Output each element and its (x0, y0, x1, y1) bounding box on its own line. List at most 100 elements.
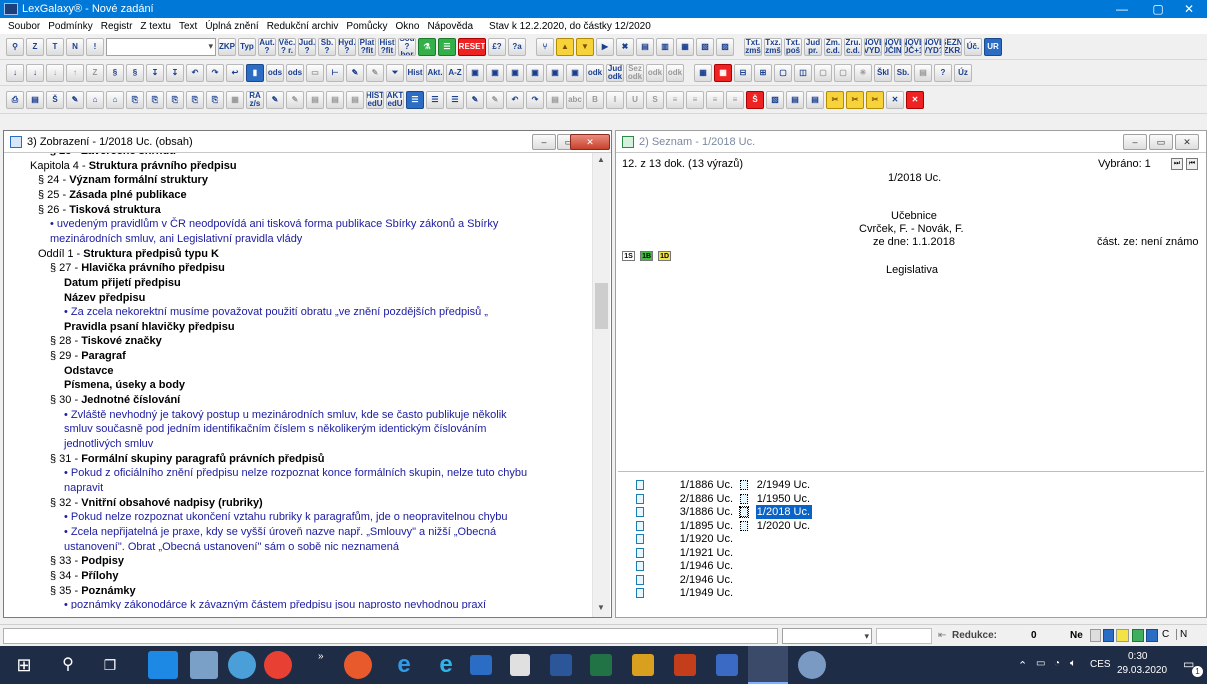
menu-podminky[interactable]: Podmínky (44, 21, 96, 32)
doc-next-icon[interactable]: ▶ (596, 37, 614, 56)
paragraph2-icon[interactable]: § (126, 63, 144, 82)
tb-zm-cd-button[interactable]: Zm. c.d. (824, 37, 842, 56)
list-item[interactable]: 2/1949 Uc. (740, 478, 812, 492)
panel-icon[interactable]: ▤ (786, 90, 804, 109)
jump-icon[interactable]: ↧ (146, 63, 164, 82)
back-arrow-icon[interactable]: ↶ (186, 63, 204, 82)
list-filter-icon[interactable]: ☰ (438, 37, 456, 56)
align-justify-icon[interactable]: ≡ (726, 90, 744, 109)
outline-line[interactable]: § 32 - Vnitřní obsahové nadpisy (rubriky… (50, 496, 263, 510)
image-viewer-icon[interactable] (632, 654, 654, 676)
status-n-label[interactable]: N (1176, 629, 1187, 640)
tools-icon[interactable]: ✂ (826, 90, 844, 109)
ods-icon[interactable]: ods (266, 63, 284, 82)
close-button[interactable]: ✕ (1171, 0, 1207, 18)
edge-icon[interactable]: e (390, 651, 418, 679)
list-item[interactable]: 1/2020 Uc. (740, 519, 812, 533)
list-item-selected[interactable]: 1/2018 Uc. (739, 505, 812, 519)
tray-language[interactable]: CES (1090, 659, 1111, 670)
split2-icon[interactable]: ⊞ (754, 63, 772, 82)
tb-jud-button[interactable]: Jud. ? (298, 37, 316, 56)
outline-line[interactable]: Oddíl 1 - Struktura předpisů typu K (38, 247, 219, 261)
tb-nove-vyd2-button[interactable]: NOVÉ VYD? (924, 37, 942, 56)
list-item[interactable]: 1/1895 Uc. (636, 519, 733, 533)
taskbar-app-paint-icon[interactable] (228, 651, 256, 679)
tb-az-button[interactable]: A-Z (446, 63, 464, 82)
next-page-icon[interactable]: ⏭ (1171, 158, 1183, 170)
doc-view4-icon[interactable]: ▣ (526, 63, 544, 82)
status-blue-icon[interactable] (1146, 629, 1158, 642)
jump2-icon[interactable]: ↧ (166, 63, 184, 82)
outline-line[interactable]: jednotlivých smluv (64, 437, 153, 451)
outline-line[interactable]: § 27 - Hlavička právního předpisu (50, 261, 225, 275)
tb-sezn-zkr-button[interactable]: SEZN. ZKR. (944, 37, 962, 56)
menu-okno[interactable]: Okno (392, 21, 424, 32)
outline-line[interactable]: • Zvláště nevhodný je takový postup u me… (64, 408, 507, 422)
status-list-icon[interactable] (1103, 629, 1114, 642)
chrome2-icon[interactable] (344, 651, 372, 679)
page-icon[interactable]: ▭ (306, 63, 324, 82)
disabled-doc3-icon[interactable]: ▤ (346, 90, 364, 109)
tb-ski-button[interactable]: ŠkI (874, 63, 892, 82)
window2-icon[interactable]: ◫ (794, 63, 812, 82)
outline-line[interactable]: mezinárodních smluv, ani Legislativní pr… (50, 232, 302, 246)
tools2-icon[interactable]: ✂ (846, 90, 864, 109)
list-item[interactable]: 1/1946 Uc. (636, 559, 733, 573)
tb-txt-zms-button[interactable]: Txt. zmš (744, 37, 762, 56)
tray-wifi-icon[interactable]: ◔ (1054, 658, 1060, 669)
tray-volume-icon[interactable]: 🔈︎ (1070, 658, 1076, 669)
tray-time[interactable]: 0:30 (1128, 651, 1147, 662)
underline-button[interactable]: U (626, 90, 644, 109)
disabled-grid-icon[interactable]: ▦ (226, 90, 244, 109)
outline-line[interactable]: § 29 - Paragraf (50, 349, 126, 363)
edit-disabled-icon[interactable]: ✎ (486, 90, 504, 109)
doc-copy-icon[interactable]: ▦ (676, 37, 694, 56)
mark2-icon[interactable]: ✎ (366, 63, 384, 82)
arrow-up-disabled-icon[interactable]: ↑ (66, 63, 84, 82)
task-view-icon[interactable]: ❐ (96, 651, 124, 679)
scroll-up-icon[interactable]: ▲ (597, 155, 605, 164)
image-icon[interactable]: ▧ (766, 90, 784, 109)
tb-pound-button[interactable]: £? (488, 37, 506, 56)
doc-preview-icon[interactable]: ▤ (26, 90, 44, 109)
list-restore-button[interactable]: ▭ (1149, 134, 1173, 150)
list-item[interactable]: 1/1920 Uc. (636, 532, 733, 546)
panel2-icon[interactable]: ▤ (806, 90, 824, 109)
status-sort-icon[interactable] (1116, 629, 1129, 642)
help-cursor-icon[interactable]: ? (934, 63, 952, 82)
doc-view3-icon[interactable]: ▣ (506, 63, 524, 82)
tb-hist-button[interactable]: Hist ?ﬁt (378, 37, 396, 56)
doc-stack-icon[interactable]: ▤ (636, 37, 654, 56)
tb-hist-button2[interactable]: Hist (406, 63, 424, 82)
ski-icon[interactable]: Š (46, 90, 64, 109)
word-icon[interactable] (550, 654, 572, 676)
redo-icon[interactable]: ↷ (526, 90, 544, 109)
doc-up-icon[interactable]: ▲ (556, 37, 574, 56)
pencil-icon[interactable]: ✎ (266, 90, 284, 109)
disabled-doc-icon[interactable]: ▤ (306, 90, 324, 109)
edit-icon[interactable]: ✎ (466, 90, 484, 109)
outline-line[interactable]: • uvedeným pravidlům v ČR neodpovídá ani… (50, 217, 498, 231)
tb-odk2-button[interactable]: odk (646, 63, 664, 82)
list-item[interactable]: 3/1886 Uc. (636, 505, 733, 519)
filter-icon[interactable]: ⚗ (418, 37, 436, 56)
status-combo[interactable]: ▾ (782, 628, 872, 644)
list-minimize-button[interactable]: – (1123, 134, 1147, 150)
menu-z-textu[interactable]: Z textu (136, 21, 175, 32)
outline-line[interactable]: • Za zcela nekorektní musíme považovat p… (64, 305, 488, 319)
italic-button[interactable]: I (606, 90, 624, 109)
disabled-doc2-icon[interactable]: ▤ (326, 90, 344, 109)
search-icon[interactable]: ⚲ (54, 651, 82, 679)
excel-icon[interactable] (590, 654, 612, 676)
outline-line[interactable]: Odstavce (64, 364, 114, 378)
tb-uz-button[interactable]: Úz (954, 63, 972, 82)
powerpoint-icon[interactable] (674, 654, 696, 676)
funnel-icon[interactable]: ⏷ (386, 63, 404, 82)
outline-line[interactable]: • Zcela nepřijatelná je praxe, kdy se vy… (64, 525, 496, 539)
abc-icon[interactable]: abc (566, 90, 584, 109)
list-box3-icon[interactable]: ☰ (446, 90, 464, 109)
print-icon[interactable]: ⎙ (6, 90, 24, 109)
outline-line[interactable]: • Pokud nelze rozpoznat ukončení vztahu … (64, 510, 508, 524)
status-grid-icon[interactable] (1090, 629, 1101, 642)
tb-t-button[interactable]: T (46, 37, 64, 56)
